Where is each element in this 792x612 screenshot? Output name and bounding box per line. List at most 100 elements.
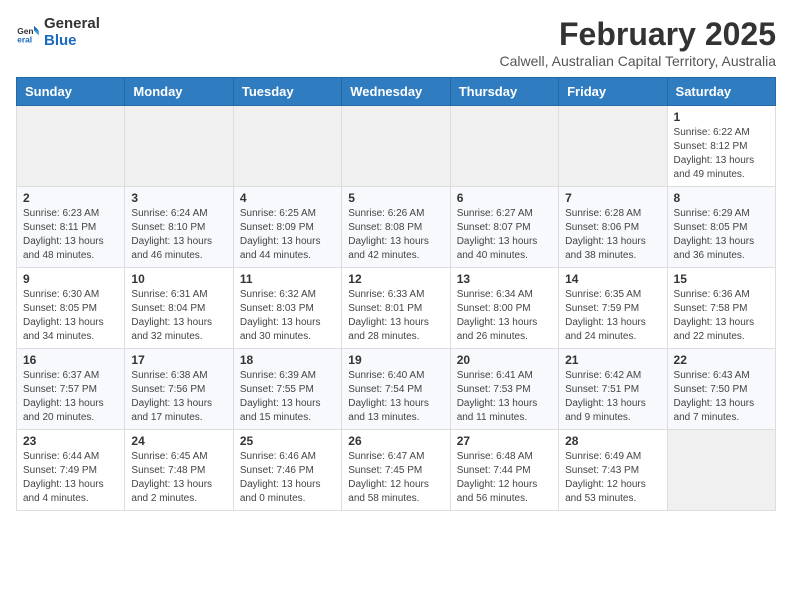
title-area: February 2025 Calwell, Australian Capita… [500, 16, 777, 69]
day-info: Sunrise: 6:28 AM Sunset: 8:06 PM Dayligh… [565, 207, 660, 263]
day-info: Sunrise: 6:33 AM Sunset: 8:01 PM Dayligh… [348, 288, 443, 344]
weekday-header-sunday: Sunday [17, 78, 125, 106]
calendar-empty-cell [17, 106, 125, 187]
day-number: 11 [240, 272, 335, 286]
calendar-day-cell: 7 Sunrise: 6:28 AM Sunset: 8:06 PM Daylig… [559, 187, 667, 268]
calendar-week-row: 2 Sunrise: 6:23 AM Sunset: 8:11 PM Daylig… [17, 187, 776, 268]
day-number: 19 [348, 353, 443, 367]
calendar-day-cell: 11Sunrise: 6:32 AM Sunset: 8:03 PM Dayli… [233, 268, 341, 349]
day-number: 28 [565, 434, 660, 448]
day-info: Sunrise: 6:30 AM Sunset: 8:05 PM Dayligh… [23, 288, 118, 344]
calendar-day-cell: 26 Sunrise: 6:47 AM Sunset: 7:45 PM Dayli… [342, 430, 450, 511]
location-subtitle: Calwell, Australian Capital Territory, A… [500, 53, 777, 69]
calendar-day-cell: 23Sunrise: 6:44 AM Sunset: 7:49 PM Dayli… [17, 430, 125, 511]
day-number: 1 [674, 110, 769, 124]
day-number: 8 [674, 191, 769, 205]
calendar-empty-cell [559, 106, 667, 187]
day-info: Sunrise: 6:39 AM Sunset: 7:55 PM Dayligh… [240, 369, 335, 425]
calendar-day-cell: 20 Sunrise: 6:41 AM Sunset: 7:53 PM Dayli… [450, 349, 558, 430]
calendar-day-cell: 21Sunrise: 6:42 AM Sunset: 7:51 PM Dayli… [559, 349, 667, 430]
calendar-day-cell: 13 Sunrise: 6:34 AM Sunset: 8:00 PM Dayli… [450, 268, 558, 349]
calendar-day-cell: 25 Sunrise: 6:46 AM Sunset: 7:46 PM Dayli… [233, 430, 341, 511]
calendar-table: SundayMondayTuesdayWednesdayThursdayFrid… [16, 77, 776, 511]
calendar-day-cell: 2 Sunrise: 6:23 AM Sunset: 8:11 PM Daylig… [17, 187, 125, 268]
day-number: 23 [23, 434, 118, 448]
day-number: 4 [240, 191, 335, 205]
day-info: Sunrise: 6:49 AM Sunset: 7:43 PM Dayligh… [565, 450, 660, 506]
day-number: 22 [674, 353, 769, 367]
calendar-day-cell: 16 Sunrise: 6:37 AM Sunset: 7:57 PM Dayli… [17, 349, 125, 430]
day-number: 10 [131, 272, 226, 286]
calendar-week-row: 1 Sunrise: 6:22 AM Sunset: 8:12 PM Daylig… [17, 106, 776, 187]
day-info: Sunrise: 6:40 AM Sunset: 7:54 PM Dayligh… [348, 369, 443, 425]
day-info: Sunrise: 6:36 AM Sunset: 7:58 PM Dayligh… [674, 288, 769, 344]
calendar-day-cell: 28 Sunrise: 6:49 AM Sunset: 7:43 PM Dayli… [559, 430, 667, 511]
day-number: 25 [240, 434, 335, 448]
day-info: Sunrise: 6:45 AM Sunset: 7:48 PM Dayligh… [131, 450, 226, 506]
day-info: Sunrise: 6:23 AM Sunset: 8:11 PM Dayligh… [23, 207, 118, 263]
day-number: 5 [348, 191, 443, 205]
calendar-empty-cell [233, 106, 341, 187]
day-info: Sunrise: 6:43 AM Sunset: 7:50 PM Dayligh… [674, 369, 769, 425]
day-info: Sunrise: 6:48 AM Sunset: 7:44 PM Dayligh… [457, 450, 552, 506]
weekday-header-tuesday: Tuesday [233, 78, 341, 106]
calendar-day-cell: 18 Sunrise: 6:39 AM Sunset: 7:55 PM Dayli… [233, 349, 341, 430]
calendar-empty-cell [125, 106, 233, 187]
logo-text-line1: General [44, 16, 100, 33]
day-number: 16 [23, 353, 118, 367]
calendar-empty-cell [342, 106, 450, 187]
calendar-week-row: 16 Sunrise: 6:37 AM Sunset: 7:57 PM Dayli… [17, 349, 776, 430]
day-number: 3 [131, 191, 226, 205]
calendar-day-cell: 12 Sunrise: 6:33 AM Sunset: 8:01 PM Dayli… [342, 268, 450, 349]
calendar-day-cell: 19 Sunrise: 6:40 AM Sunset: 7:54 PM Dayli… [342, 349, 450, 430]
day-info: Sunrise: 6:34 AM Sunset: 8:00 PM Dayligh… [457, 288, 552, 344]
day-number: 21 [565, 353, 660, 367]
calendar-day-cell: 6 Sunrise: 6:27 AM Sunset: 8:07 PM Daylig… [450, 187, 558, 268]
day-number: 9 [23, 272, 118, 286]
svg-text:eral: eral [17, 34, 32, 44]
day-info: Sunrise: 6:47 AM Sunset: 7:45 PM Dayligh… [348, 450, 443, 506]
day-info: Sunrise: 6:22 AM Sunset: 8:12 PM Dayligh… [674, 126, 769, 182]
calendar-day-cell: 17Sunrise: 6:38 AM Sunset: 7:56 PM Dayli… [125, 349, 233, 430]
day-info: Sunrise: 6:37 AM Sunset: 7:57 PM Dayligh… [23, 369, 118, 425]
day-info: Sunrise: 6:46 AM Sunset: 7:46 PM Dayligh… [240, 450, 335, 506]
calendar-day-cell: 5 Sunrise: 6:26 AM Sunset: 8:08 PM Daylig… [342, 187, 450, 268]
day-number: 26 [348, 434, 443, 448]
calendar-day-cell: 3Sunrise: 6:24 AM Sunset: 8:10 PM Daylig… [125, 187, 233, 268]
day-number: 27 [457, 434, 552, 448]
day-number: 7 [565, 191, 660, 205]
weekday-header-row: SundayMondayTuesdayWednesdayThursdayFrid… [17, 78, 776, 106]
calendar-day-cell: 1 Sunrise: 6:22 AM Sunset: 8:12 PM Daylig… [667, 106, 775, 187]
header: Gen eral General Blue February 2025 Calw… [16, 16, 776, 69]
weekday-header-thursday: Thursday [450, 78, 558, 106]
day-number: 13 [457, 272, 552, 286]
calendar-day-cell: 27 Sunrise: 6:48 AM Sunset: 7:44 PM Dayli… [450, 430, 558, 511]
weekday-header-saturday: Saturday [667, 78, 775, 106]
day-number: 24 [131, 434, 226, 448]
day-info: Sunrise: 6:25 AM Sunset: 8:09 PM Dayligh… [240, 207, 335, 263]
day-number: 17 [131, 353, 226, 367]
logo-icon: Gen eral [16, 21, 40, 45]
day-number: 18 [240, 353, 335, 367]
day-info: Sunrise: 6:26 AM Sunset: 8:08 PM Dayligh… [348, 207, 443, 263]
day-info: Sunrise: 6:35 AM Sunset: 7:59 PM Dayligh… [565, 288, 660, 344]
day-info: Sunrise: 6:27 AM Sunset: 8:07 PM Dayligh… [457, 207, 552, 263]
day-info: Sunrise: 6:31 AM Sunset: 8:04 PM Dayligh… [131, 288, 226, 344]
calendar-day-cell: 22 Sunrise: 6:43 AM Sunset: 7:50 PM Dayli… [667, 349, 775, 430]
weekday-header-monday: Monday [125, 78, 233, 106]
calendar-week-row: 23Sunrise: 6:44 AM Sunset: 7:49 PM Dayli… [17, 430, 776, 511]
day-info: Sunrise: 6:41 AM Sunset: 7:53 PM Dayligh… [457, 369, 552, 425]
day-number: 6 [457, 191, 552, 205]
calendar-day-cell: 15Sunrise: 6:36 AM Sunset: 7:58 PM Dayli… [667, 268, 775, 349]
day-number: 20 [457, 353, 552, 367]
weekday-header-wednesday: Wednesday [342, 78, 450, 106]
day-number: 12 [348, 272, 443, 286]
calendar-day-cell: 10 Sunrise: 6:31 AM Sunset: 8:04 PM Dayli… [125, 268, 233, 349]
weekday-header-friday: Friday [559, 78, 667, 106]
calendar-day-cell: 9 Sunrise: 6:30 AM Sunset: 8:05 PM Daylig… [17, 268, 125, 349]
calendar-day-cell: 8 Sunrise: 6:29 AM Sunset: 8:05 PM Daylig… [667, 187, 775, 268]
calendar-day-cell: 4 Sunrise: 6:25 AM Sunset: 8:09 PM Daylig… [233, 187, 341, 268]
month-year-title: February 2025 [500, 16, 777, 53]
day-number: 2 [23, 191, 118, 205]
day-info: Sunrise: 6:29 AM Sunset: 8:05 PM Dayligh… [674, 207, 769, 263]
